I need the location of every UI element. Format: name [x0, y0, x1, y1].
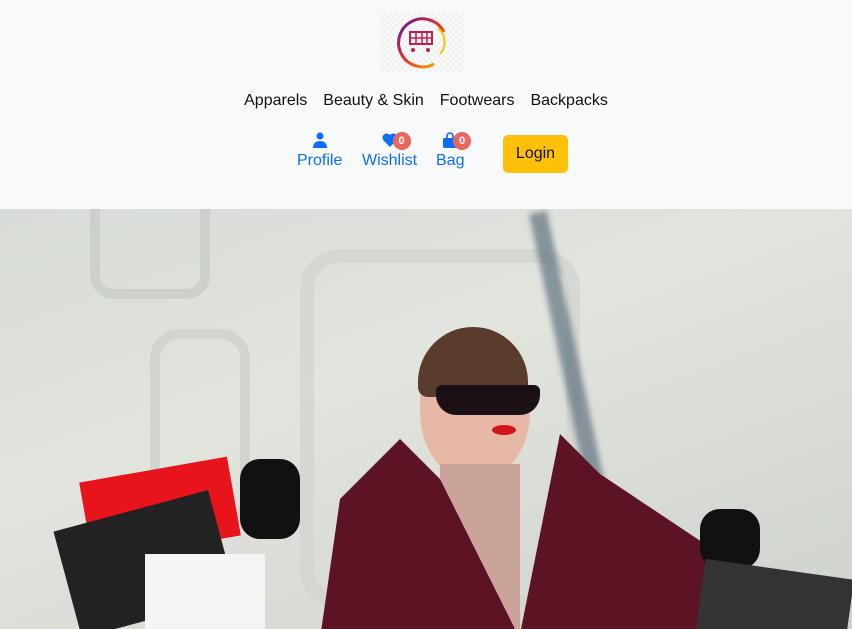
profile-link[interactable]: Profile: [297, 132, 342, 170]
profile-label: Profile: [297, 152, 343, 169]
hero-banner-image: [0, 209, 852, 629]
cart-logo-icon: [397, 17, 446, 69]
wishlist-count-badge: 0: [392, 132, 411, 150]
nav-footwears[interactable]: Footwears: [440, 92, 515, 110]
bag-count-badge: 0: [453, 132, 472, 150]
category-nav: Apparels Beauty & Skin Footwears Backpac…: [0, 92, 852, 110]
logo[interactable]: [380, 12, 464, 72]
user-icon: [312, 132, 327, 148]
nav-backpacks[interactable]: Backpacks: [530, 92, 607, 110]
bag-label: Bag: [436, 152, 465, 169]
wishlist-link[interactable]: 0 Wishlist: [362, 132, 417, 170]
nav-beauty-skin[interactable]: Beauty & Skin: [323, 92, 424, 110]
wishlist-label: Wishlist: [362, 152, 418, 169]
bag-link[interactable]: 0 Bag: [436, 132, 472, 170]
login-button[interactable]: Login: [503, 135, 568, 173]
site-header: Apparels Beauty & Skin Footwears Backpac…: [0, 0, 852, 209]
nav-apparels[interactable]: Apparels: [244, 92, 307, 110]
